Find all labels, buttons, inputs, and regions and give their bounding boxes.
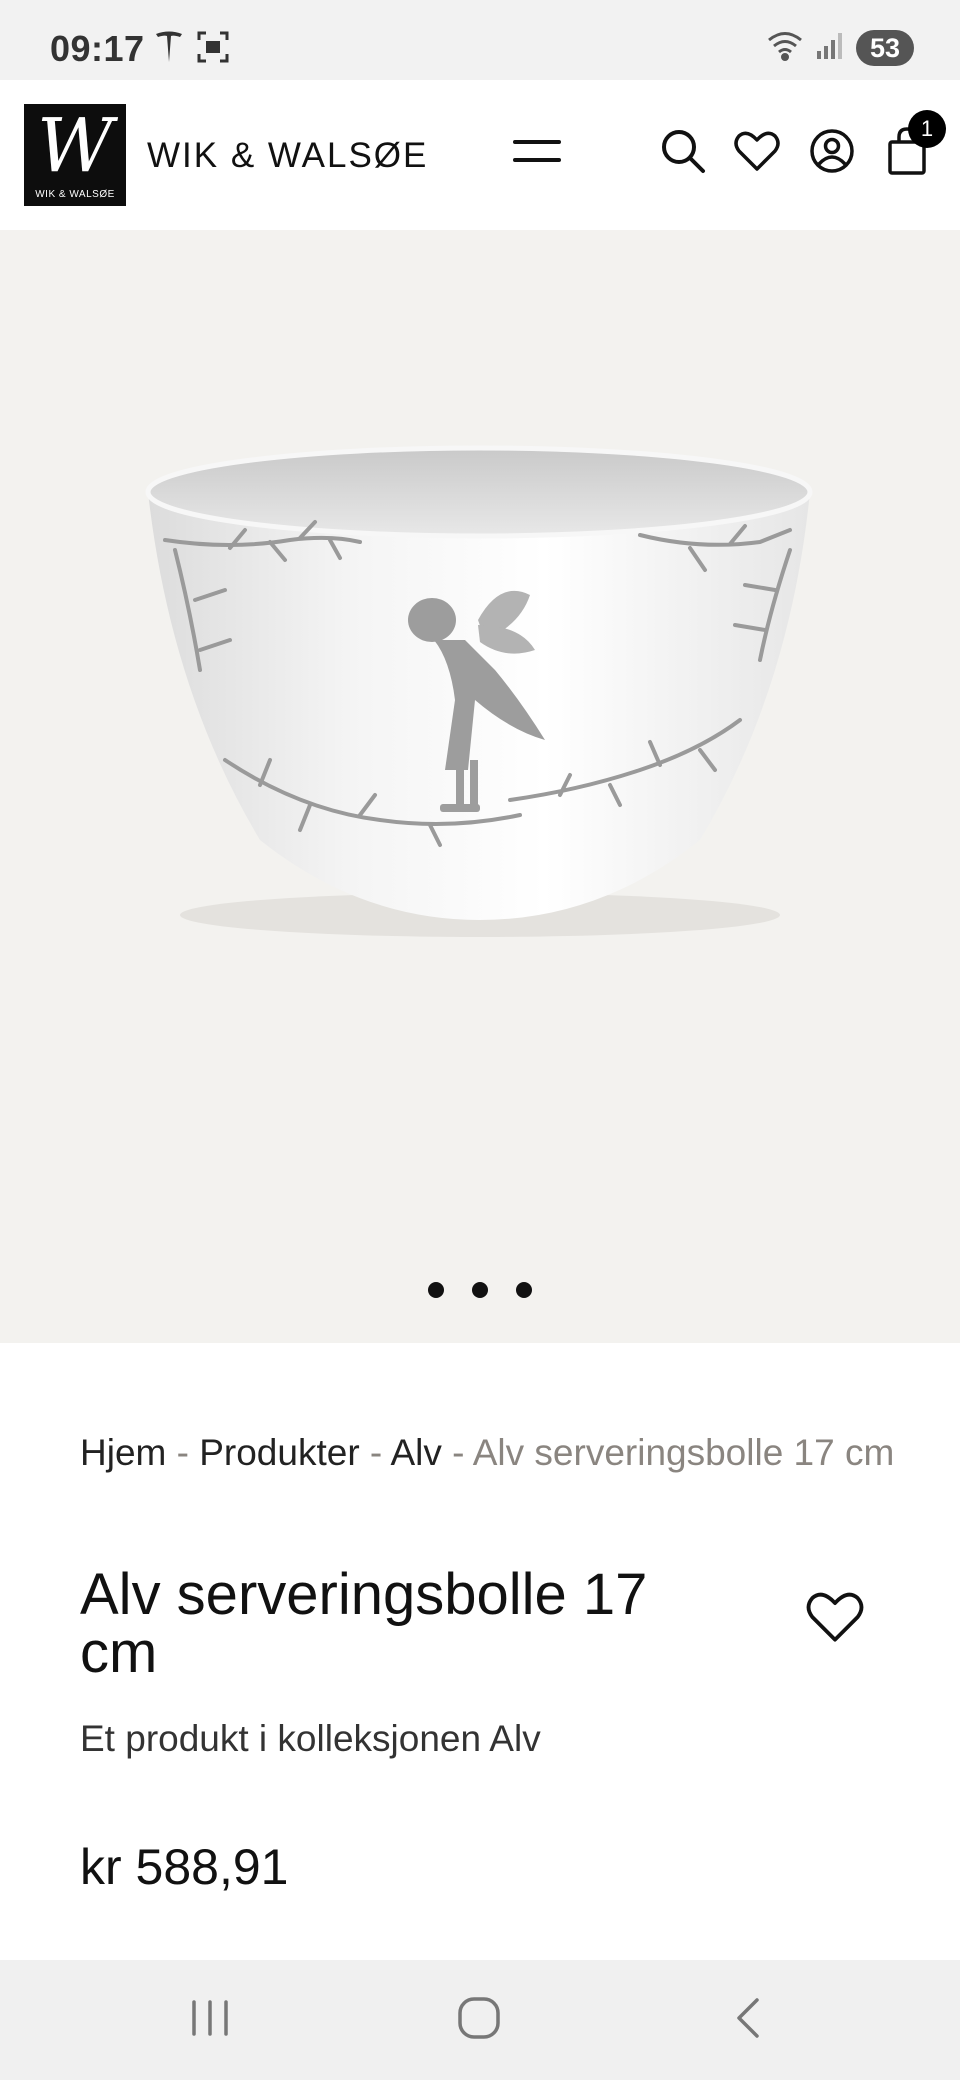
product-image-gallery[interactable] — [0, 230, 960, 1343]
add-to-wishlist-button[interactable] — [806, 1590, 864, 1648]
back-icon — [733, 1996, 763, 2045]
logo-letter: W — [36, 103, 114, 189]
wishlist-button[interactable] — [728, 124, 786, 182]
carousel-dots — [0, 1282, 960, 1298]
back-button[interactable] — [718, 1990, 778, 2050]
brand-logo[interactable]: W WIK & WALSØE — [24, 104, 126, 206]
recent-apps-icon — [188, 1998, 232, 2043]
carousel-dot-2[interactable] — [472, 1282, 488, 1298]
search-icon — [660, 128, 706, 179]
account-button[interactable] — [803, 124, 861, 182]
collection-description: Et produkt i kolleksjonen Alv — [80, 1718, 541, 1759]
cart-count-badge: 1 — [908, 110, 946, 148]
product-price: kr 588,91 — [80, 1839, 289, 1895]
site-header: W WIK & WALSØE WIK & WALSØE 1 — [0, 80, 960, 230]
screenshot-icon — [196, 30, 230, 69]
carousel-dot-3[interactable] — [516, 1282, 532, 1298]
home-button[interactable] — [449, 1990, 509, 2050]
search-button[interactable] — [654, 124, 712, 182]
breadcrumb-separator: - — [166, 1432, 200, 1473]
breadcrumb: Hjem - Produkter - Alv - Alv serveringsb… — [80, 1424, 900, 1481]
recent-apps-button[interactable] — [180, 1990, 240, 2050]
breadcrumb-current: Alv serveringsbolle 17 cm — [472, 1432, 895, 1473]
heart-icon — [806, 1592, 864, 1648]
breadcrumb-link-collection[interactable]: Alv — [391, 1432, 442, 1473]
carousel-dot-1[interactable] — [428, 1282, 444, 1298]
heart-icon — [734, 130, 780, 177]
breadcrumb-link-home[interactable]: Hjem — [80, 1432, 166, 1473]
menu-button[interactable] — [508, 124, 566, 182]
breadcrumb-separator: - — [359, 1432, 391, 1473]
wifi-icon — [766, 30, 804, 67]
cart-button[interactable]: 1 — [878, 110, 946, 182]
signal-icon — [816, 31, 844, 66]
status-time: 09:17 — [50, 28, 145, 69]
account-icon — [809, 128, 855, 179]
tesla-icon — [154, 30, 184, 69]
home-icon — [457, 1996, 501, 2045]
status-bar: 09:17 53 — [0, 0, 960, 80]
battery-indicator: 53 — [856, 30, 914, 66]
system-nav-bar — [0, 1960, 960, 2080]
brand-name[interactable]: WIK & WALSØE — [147, 136, 428, 176]
product-title: Alv serveringsbolle 17 cm — [80, 1562, 648, 1685]
breadcrumb-link-products[interactable]: Produkter — [199, 1432, 359, 1473]
logo-caption: WIK & WALSØE — [35, 189, 115, 200]
product-image — [145, 445, 813, 937]
menu-icon — [512, 136, 562, 171]
breadcrumb-separator: - — [441, 1432, 473, 1473]
